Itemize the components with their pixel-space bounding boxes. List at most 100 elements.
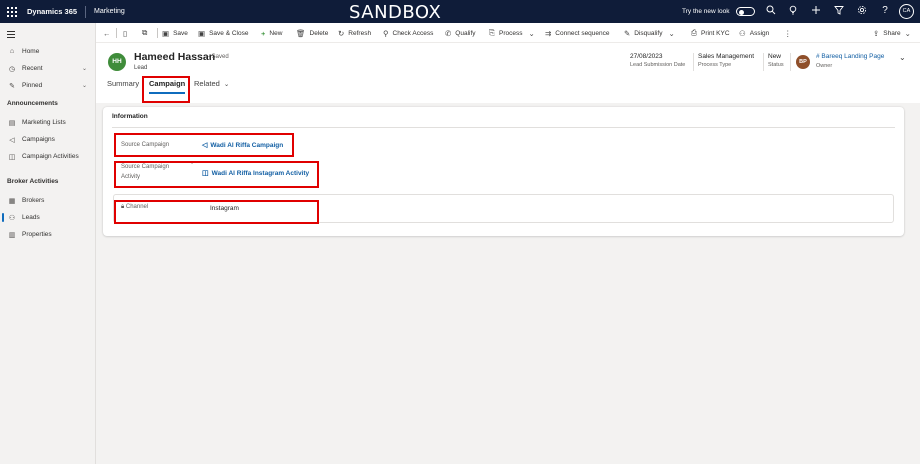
chevron-down-icon: ⌄ (528, 28, 535, 38)
plus-icon[interactable] (810, 5, 822, 17)
nav-item-label: Properties (22, 231, 52, 238)
record-avatar: HH (108, 53, 126, 71)
nav-item-home[interactable]: ⌂ Home (0, 44, 95, 59)
print-icon: ⎙ (691, 28, 697, 37)
delete-label: Delete (309, 29, 329, 37)
assign-icon: ⚇ (739, 28, 746, 38)
disqualify-button[interactable]: ✎ Disqualify ⌄ (624, 23, 679, 43)
save-close-icon: ▣ (198, 28, 206, 38)
nav-item-leads[interactable]: ⚇ Leads (0, 210, 95, 225)
print-kyc-button[interactable]: ⎙ Print KYC (691, 23, 730, 43)
highlight-source-campaign-activity (114, 161, 319, 188)
header-field-value: New (768, 53, 782, 60)
try-new-look-label: Try the new look (682, 8, 730, 15)
connect-sequence-button[interactable]: ⇉ Connect sequence (545, 23, 610, 43)
refresh-icon: ↻ (338, 28, 345, 38)
megaphone-icon: ◁ (9, 136, 15, 144)
nav-item-pinned[interactable]: ✎ Pinned ⌄ (0, 78, 95, 93)
help-icon[interactable]: ? (879, 5, 891, 17)
tab-related[interactable]: Related ⌄ (194, 79, 229, 88)
open-window-icon: ⧉ (142, 28, 148, 37)
divider (85, 5, 87, 18)
tab-summary[interactable]: Summary (107, 79, 139, 88)
nav-item-label: Brokers (22, 197, 45, 204)
header-expand-chevron-icon[interactable]: ⌄ (899, 53, 906, 62)
highlight-channel (114, 200, 319, 224)
save-icon: ▣ (162, 28, 170, 38)
try-new-look-toggle[interactable] (736, 7, 755, 16)
clock-icon: ◷ (8, 65, 16, 73)
header-field-process-type: Sales Management Process Type (698, 53, 754, 68)
people-icon: ▦ (8, 197, 16, 205)
filter-icon[interactable] (833, 5, 845, 17)
campaign-activity-icon: ◫ (8, 153, 16, 161)
nav-group-broker-activities: Broker Activities (7, 178, 59, 185)
new-button[interactable]: + New (261, 23, 282, 43)
assign-button[interactable]: ⚇ Assign (739, 23, 769, 43)
plus-icon: + (261, 28, 266, 38)
check-access-icon: ⚲ (383, 28, 389, 38)
nav-item-marketing-lists[interactable]: ▤ Marketing Lists (0, 115, 95, 130)
more-commands-button[interactable]: ⋮ (784, 23, 796, 43)
delete-button[interactable]: 🗑︎ Delete (296, 23, 328, 43)
nav-item-label: Leads (22, 214, 40, 221)
highlight-source-campaign (114, 133, 294, 157)
check-access-button[interactable]: ⚲ Check Access (383, 23, 433, 43)
home-icon: ⌂ (9, 48, 15, 55)
property-icon: ▥ (8, 231, 16, 239)
header-field-status: New Status (768, 53, 784, 68)
app-launcher-icon[interactable] (7, 6, 17, 17)
nav-item-campaign-activities[interactable]: ◫ Campaign Activities (0, 149, 95, 164)
new-label: New (269, 29, 283, 37)
header-field-label: Process Type (698, 62, 732, 68)
save-close-button[interactable]: ▣ Save & Close (198, 23, 248, 43)
open-new-window-button[interactable]: ⧉ (142, 23, 151, 43)
gear-icon[interactable] (856, 5, 868, 17)
qualify-label: Qualify (455, 29, 476, 37)
divider (790, 53, 791, 71)
nav-item-properties[interactable]: ▥ Properties (0, 227, 95, 242)
top-navigation-bar: Dynamics 365 Marketing SANDBOX Try the n… (0, 0, 920, 23)
user-avatar[interactable]: CA (899, 4, 914, 19)
back-button[interactable]: ← (103, 23, 115, 43)
owner-link[interactable]: # Bareeq Landing Page (816, 53, 884, 60)
qualify-button[interactable]: ✆ Qualify (445, 23, 476, 43)
nav-item-brokers[interactable]: ▦ Brokers (0, 193, 95, 208)
divider (112, 127, 895, 128)
nav-item-label: Recent (22, 65, 43, 72)
record-entity-type: Lead (134, 65, 148, 71)
save-label: Save (173, 29, 188, 37)
chevron-down-icon: ⌄ (668, 28, 675, 38)
chevron-down-icon: ⌄ (904, 28, 911, 38)
connect-sequence-label: Connect sequence (555, 29, 610, 37)
back-arrow-icon: ← (103, 28, 111, 38)
owner-avatar[interactable]: BP (796, 55, 810, 69)
header-field-label: Status (768, 62, 784, 68)
header-field-value: Sales Management (698, 53, 755, 60)
search-icon[interactable] (765, 5, 777, 17)
trash-icon: 🗑︎ (296, 28, 306, 38)
process-button[interactable]: ⎘ Process ⌄ (489, 23, 539, 43)
disqualify-icon: ✎ (624, 28, 631, 38)
save-button[interactable]: ▣ Save (162, 23, 188, 43)
nav-item-recent[interactable]: ◷ Recent ⌄ (0, 61, 95, 76)
nav-item-label: Marketing Lists (22, 119, 66, 126)
section-title: Information (112, 113, 148, 120)
refresh-label: Refresh (348, 29, 372, 37)
module-name[interactable]: Marketing (94, 8, 125, 15)
form-view-button[interactable]: ▯ (123, 23, 131, 43)
lightbulb-icon[interactable] (787, 5, 799, 17)
tab-related-label: Related (194, 79, 220, 88)
chevron-down-icon[interactable]: ⌄ (82, 82, 87, 89)
nav-item-campaigns[interactable]: ◁ Campaigns (0, 132, 95, 147)
share-button[interactable]: ⇪ Share ⌄ (873, 23, 915, 43)
left-navigation: ⌂ Home ◷ Recent ⌄ ✎ Pinned ⌄ Announcemen… (0, 23, 96, 464)
app-name[interactable]: Dynamics 365 (27, 7, 77, 16)
record-header: HH Hameed Hassan - Saved Lead 27/08/2023… (96, 43, 920, 103)
environment-banner: SANDBOX (349, 2, 442, 23)
chevron-down-icon[interactable]: ⌄ (82, 65, 87, 72)
hamburger-menu-icon[interactable] (7, 31, 15, 40)
refresh-button[interactable]: ↻ Refresh (338, 23, 371, 43)
nav-item-label: Campaign Activities (22, 153, 79, 160)
disqualify-label: Disqualify (634, 29, 663, 37)
